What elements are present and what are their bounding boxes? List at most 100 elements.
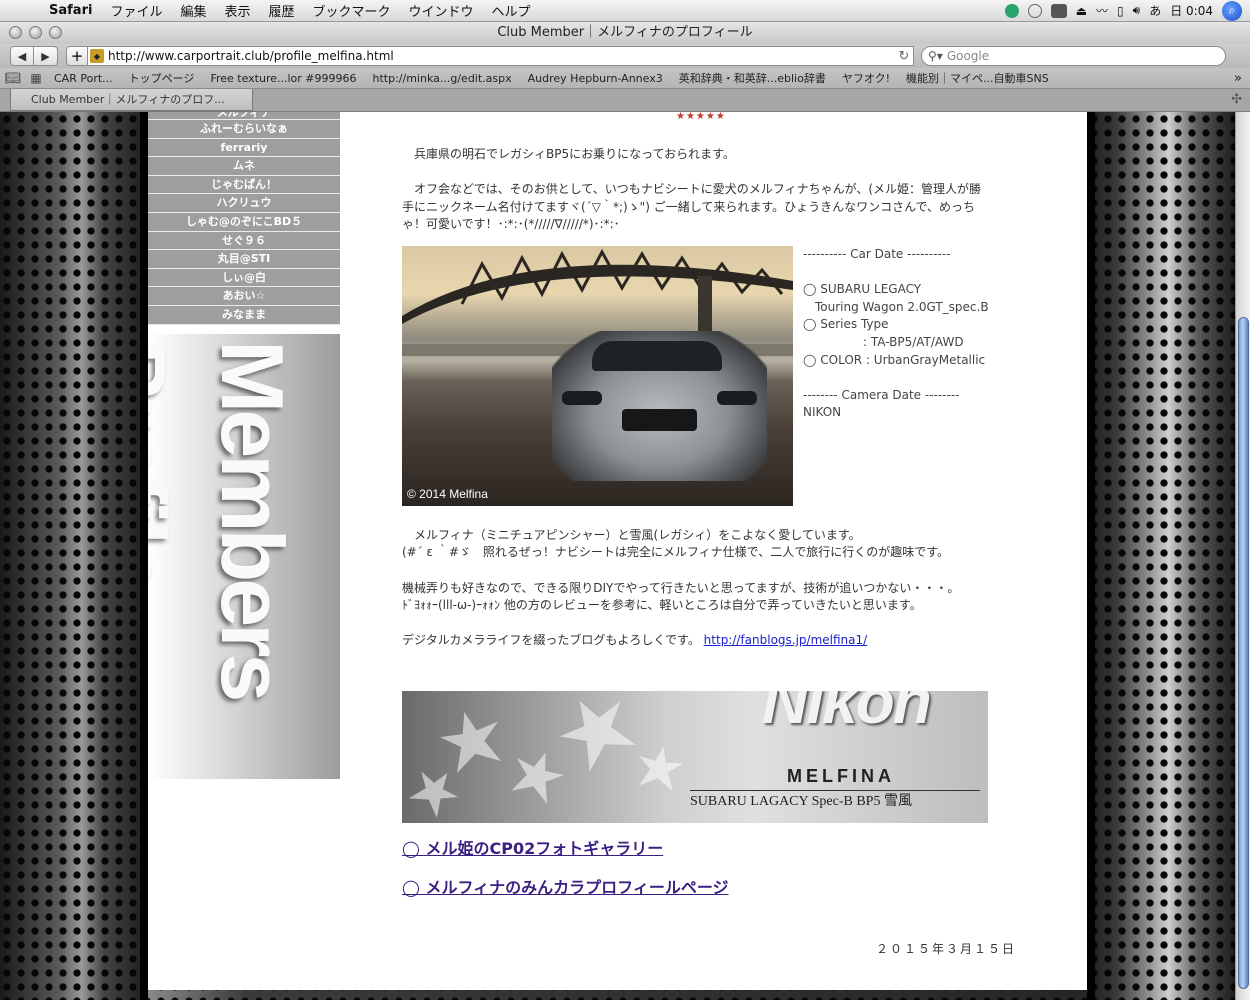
add-bookmark-button[interactable]: +: [66, 46, 88, 66]
scrollbar-thumb[interactable]: [1238, 317, 1249, 989]
member-link[interactable]: ムネ: [148, 157, 340, 176]
menu-help[interactable]: ヘルプ: [483, 1, 540, 20]
metal-background-left: [0, 112, 148, 1000]
close-window-button[interactable]: [9, 26, 22, 39]
spotlight-icon[interactable]: ⌕: [1222, 0, 1242, 21]
blog-link[interactable]: http://fanblogs.jp/melfina1/: [704, 633, 868, 647]
offkai-paragraph: オフ会などでは、そのお供として、いつもナビシートに愛犬のメルフィナちゃんが、(メ…: [402, 182, 982, 231]
page-edge-left: [140, 112, 148, 1000]
bookmark-item[interactable]: 機能別｜マイペ...自動車SNS: [898, 70, 1057, 86]
browser-toolbar: ◀ ▶ + ◆ http://www.carportrait.club/prof…: [0, 44, 1250, 68]
member-link[interactable]: しゃむ@のぞにこBD５: [148, 212, 340, 232]
member-link[interactable]: ハクリュウ: [148, 194, 340, 213]
banner-caption: SUBARU LAGACY Spec-B BP5 雪風: [690, 794, 912, 809]
member-link[interactable]: せぐ９６: [148, 231, 340, 251]
member-link[interactable]: しぃ@白: [148, 268, 340, 288]
rating-stars: ★★★★★: [676, 112, 726, 122]
menu-history[interactable]: 履歴: [259, 1, 303, 20]
car-headlight-right: [717, 391, 757, 405]
bookmark-item[interactable]: Free texture...lor #999966: [202, 72, 364, 85]
minimize-window-button[interactable]: [29, 26, 42, 39]
nikon-logo: Nikon: [762, 691, 932, 737]
top-sites-grid-icon[interactable]: ▦: [26, 71, 46, 85]
member-link[interactable]: あおい☆: [148, 287, 340, 306]
blog-text: デジタルカメラライフを綴ったブログもよろしくです。: [402, 633, 700, 647]
member-link[interactable]: みなまま: [148, 305, 340, 325]
search-field[interactable]: ⚲▾ Google: [921, 46, 1226, 66]
bookmarks-book-icon[interactable]: 📖︎: [0, 71, 26, 86]
metal-background-right: [1087, 112, 1235, 1000]
car-data-line: -------- Camera Date --------: [803, 387, 960, 402]
car-windshield: [592, 341, 722, 371]
banner-subtitle: MELFINA: [787, 766, 895, 786]
menu-edit[interactable]: 編集: [171, 1, 215, 20]
tab-active[interactable]: Club Member｜メルフィナのプロフ...: [10, 89, 253, 111]
display-icon[interactable]: [1050, 3, 1067, 18]
nikon-banner[interactable]: Nikon MELFINA SUBARU LAGACY Spec-B BP5 雪…: [402, 691, 988, 823]
nav-buttons: ◀ ▶: [10, 46, 58, 66]
maple-leaf-icon: [505, 744, 569, 808]
member-link[interactable]: 丸目@STI: [148, 250, 340, 269]
update-date: ２０１５年３月１５日: [876, 942, 1017, 956]
bookmark-item[interactable]: http://minka...g/edit.aspx: [365, 72, 520, 85]
car-data-line: ◯ Series Type: [803, 317, 889, 332]
maple-leaf-icon: [633, 742, 685, 794]
input-mode-indicator[interactable]: あ: [1149, 2, 1161, 19]
member-link[interactable]: ふれーむらいなぁ: [148, 120, 340, 139]
menu-file[interactable]: ファイル: [101, 1, 171, 20]
intro-paragraph: 兵庫県の明石でレガシィBP5にお乗りになっておられます。: [402, 147, 735, 161]
car-data-line: ◯ COLOR : UrbanGrayMetallic: [803, 352, 986, 367]
clock[interactable]: 日 0:04: [1170, 2, 1213, 19]
zoom-window-button[interactable]: [49, 26, 62, 39]
member-link[interactable]: ferrariy: [148, 138, 340, 158]
car-data-block: ---------- Car Date ---------- ◯ SUBARU …: [803, 246, 993, 422]
bookmark-item[interactable]: Audrey Hepburn-Annex3: [520, 72, 671, 85]
car-data-line: [803, 264, 993, 282]
eject-icon[interactable]: ⏏: [1076, 4, 1087, 18]
menu-window[interactable]: ウインドウ: [400, 1, 483, 20]
member-link[interactable]: じゃむぱん！: [148, 175, 340, 195]
search-icon: ⚲▾: [928, 49, 943, 63]
bookmark-item[interactable]: CAR Port...: [46, 72, 121, 85]
gallery-link[interactable]: ◯ メル姫のCP02フォトギャラリー: [402, 840, 663, 858]
forward-button[interactable]: ▶: [34, 46, 58, 66]
search-placeholder: Google: [946, 49, 990, 63]
activity-icon[interactable]: 〰: [1096, 2, 1108, 19]
car-data-line: : TA-BP5/AT/AWD: [803, 334, 964, 349]
blog-line: デジタルカメラライフを綴ったブログもよろしくです。 http://fanblog…: [402, 632, 992, 650]
address-input[interactable]: http://www.carportrait.club/profile_melf…: [108, 49, 895, 63]
menu-bar: Safari ファイル 編集 表示 履歴 ブックマーク ウインドウ ヘルプ ⏏ …: [0, 0, 1250, 22]
battery-icon[interactable]: ▯: [1117, 4, 1124, 18]
bookmark-item[interactable]: 英和辞典・和英辞...eblio辞書: [671, 70, 834, 86]
menu-bookmarks[interactable]: ブックマーク: [304, 1, 400, 20]
address-bar[interactable]: ◆ http://www.carportrait.club/profile_me…: [88, 46, 914, 66]
car-photo: © 2014 Melfina: [402, 246, 793, 506]
member-link[interactable]: メルフィナ: [148, 112, 340, 120]
maple-leaf-icon: [403, 760, 466, 823]
new-tab-icon[interactable]: ✣: [1231, 92, 1242, 107]
more-bookmarks-chevron-icon[interactable]: »: [1234, 71, 1250, 86]
maple-leaf-icon: [549, 691, 645, 779]
car-grille: [622, 409, 697, 431]
love-line-2: (#´ ε ｀#ゞ 照れるぜっ！ナビシートは完全にメルフィナ仕様で、二人で旅行に…: [402, 545, 949, 559]
minkara-profile-link[interactable]: ◯ メルフィナのみんカラプロフィールページ: [402, 879, 729, 897]
vertical-scrollbar[interactable]: [1235, 112, 1250, 1000]
site-favicon-icon: ◆: [90, 49, 104, 63]
window-controls: [9, 26, 62, 39]
menu-app-safari[interactable]: Safari: [40, 3, 101, 18]
car-data-line: [803, 369, 993, 387]
bookmark-item[interactable]: トップページ: [121, 70, 203, 86]
banner-divider: [690, 790, 980, 791]
bookmark-item[interactable]: ヤフオク!: [834, 70, 898, 86]
car-headlight-left: [562, 391, 602, 405]
chat-status-icon[interactable]: [1027, 3, 1042, 18]
menu-view[interactable]: 表示: [215, 1, 259, 20]
car-body: [552, 331, 767, 481]
car-data-line: ---------- Car Date ----------: [803, 247, 951, 261]
volume-icon[interactable]: 🔊︎: [1133, 3, 1141, 18]
back-button[interactable]: ◀: [10, 46, 34, 66]
reload-icon[interactable]: ↻: [895, 49, 913, 64]
app-status-icon[interactable]: [1004, 3, 1019, 18]
car-data-line: Touring Wagon 2.0GT_spec.B: [803, 299, 989, 314]
members-profile-heading: Members Profile: [148, 340, 302, 699]
